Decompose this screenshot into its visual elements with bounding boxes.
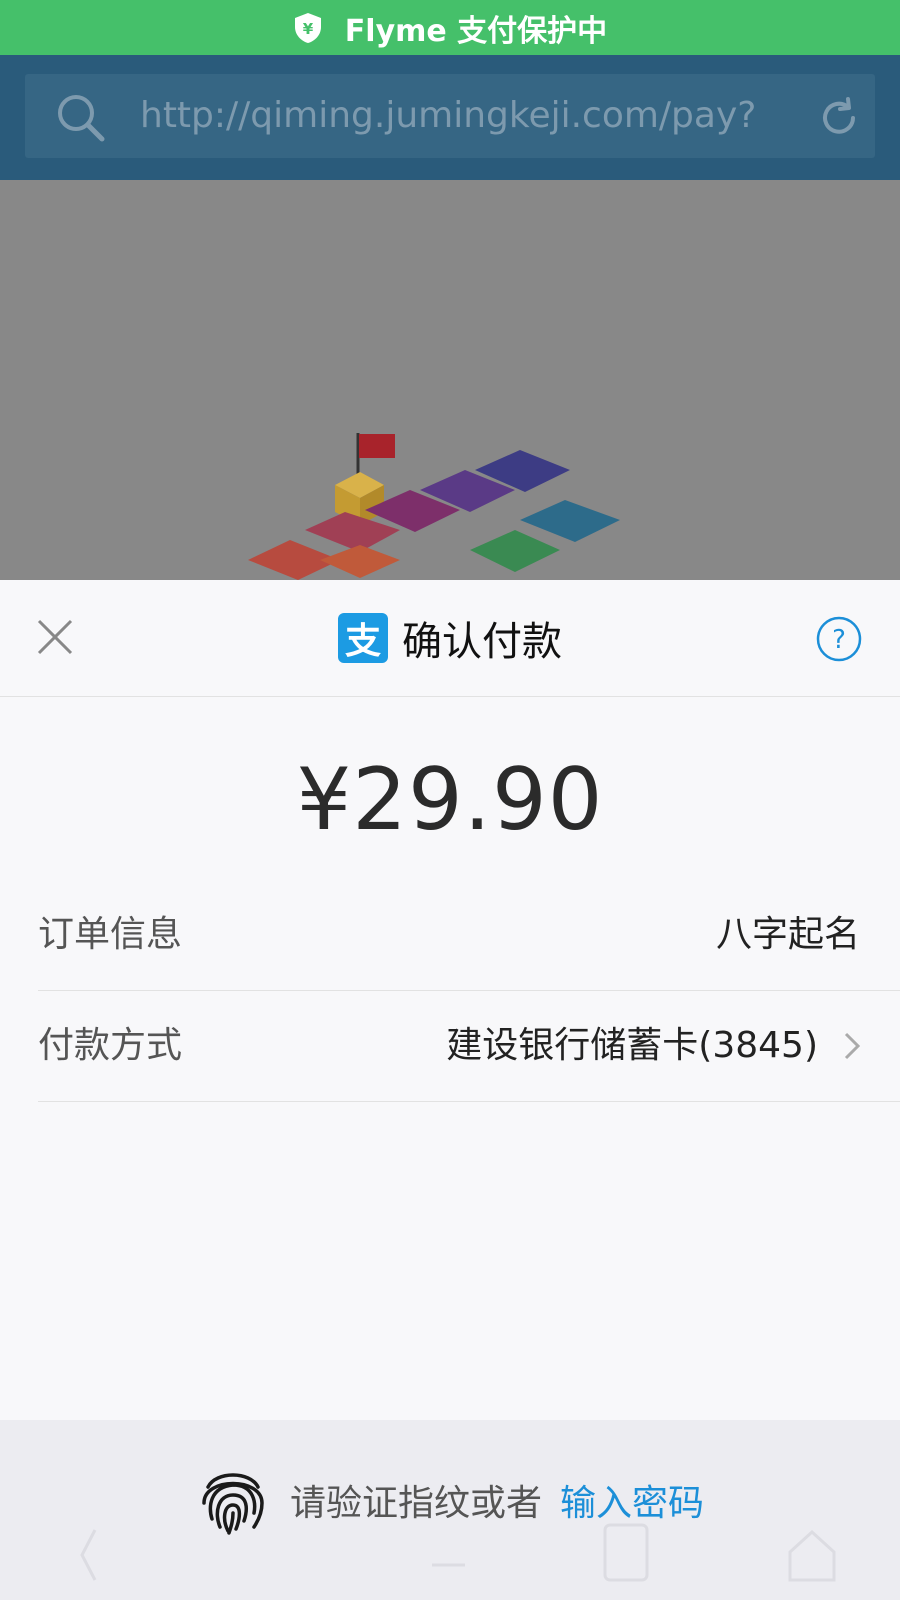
verification-footer: 请验证指纹或者 输入密码: [0, 1420, 900, 1600]
payment-method-label: 付款方式: [38, 1025, 183, 1066]
help-icon[interactable]: ?: [816, 616, 862, 662]
payment-protection-bar: ¥ Flyme 支付保护中: [0, 0, 900, 55]
page-illustration: [248, 433, 620, 580]
sheet-header: 支 确认付款 ?: [0, 580, 900, 697]
verify-fingerprint-text: 请验证指纹或者: [289, 1483, 542, 1524]
fingerprint-prompt: 请验证指纹或者 输入密码: [0, 1455, 900, 1545]
payment-amount: ¥29.90: [296, 750, 604, 850]
shield-icon: ¥: [294, 12, 321, 43]
svg-text:¥: ¥: [303, 20, 314, 38]
sheet-title: 确认付款: [402, 619, 562, 665]
dimmed-page-background: [0, 180, 900, 580]
alipay-logo: 支: [338, 613, 388, 663]
reload-icon[interactable]: [815, 94, 863, 142]
order-info-label: 订单信息: [38, 914, 183, 955]
browser-toolbar: http://qiming.jumingkeji.com/pay?: [0, 55, 900, 180]
address-bar[interactable]: http://qiming.jumingkeji.com/pay?: [25, 74, 875, 158]
fingerprint-icon[interactable]: [196, 1463, 270, 1537]
chevron-right-icon[interactable]: [842, 1031, 862, 1061]
url-text[interactable]: http://qiming.jumingkeji.com/pay?: [140, 74, 780, 158]
payment-method-row[interactable]: 付款方式 建设银行储蓄卡(3845): [38, 991, 900, 1102]
payment-protection-text: Flyme 支付保护中: [344, 13, 608, 49]
order-info-value: 八字起名: [715, 914, 860, 955]
payment-method-value[interactable]: 建设银行储蓄卡(3845): [446, 991, 818, 1101]
enter-password-link[interactable]: 输入密码: [560, 1474, 704, 1526]
search-icon[interactable]: [55, 92, 107, 144]
sheet-title-group: 支 确认付款: [0, 580, 900, 696]
order-info-row: 订单信息 八字起名: [38, 880, 900, 991]
svg-text:?: ?: [832, 625, 846, 655]
